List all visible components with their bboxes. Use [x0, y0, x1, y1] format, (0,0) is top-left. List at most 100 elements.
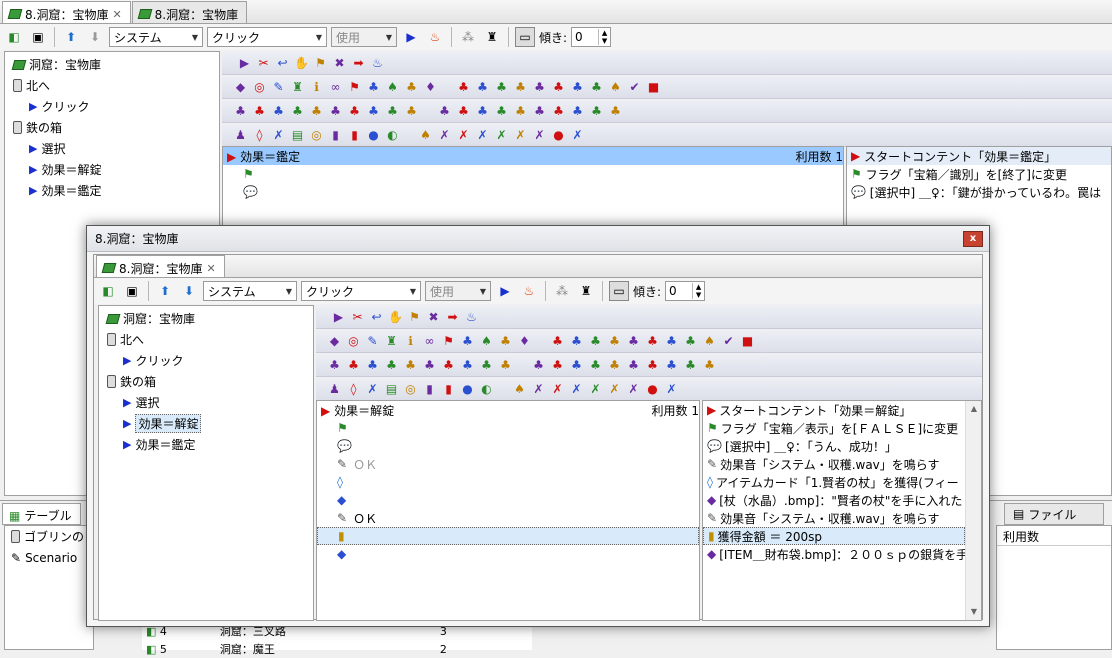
palette-tool-icon[interactable]: ♣ — [459, 356, 476, 373]
down-arrow-icon[interactable]: ⬇ — [85, 27, 105, 47]
palette-tool-icon[interactable]: ▮ — [327, 126, 344, 143]
palette-tool-icon[interactable]: ♜ — [289, 78, 306, 95]
fire-icon[interactable]: ♨ — [519, 281, 539, 301]
palette-tool-icon[interactable]: ♣ — [403, 102, 420, 119]
tree-item[interactable]: ▶ クリック — [9, 96, 215, 117]
palette-tool-icon[interactable]: ♣ — [512, 102, 529, 119]
palette-tool-icon[interactable]: ✋ — [387, 308, 404, 325]
palette-tool-icon[interactable]: ♣ — [512, 78, 529, 95]
back-tab-2[interactable]: 8.洞窟：宝物庫 — [131, 1, 248, 23]
tree-item[interactable]: 北へ — [103, 329, 309, 350]
palette-tool-icon[interactable]: ● — [459, 380, 476, 397]
palette-tool-icon[interactable]: ▶ — [330, 308, 347, 325]
palette-tool-icon[interactable]: ♣ — [625, 332, 642, 349]
palette-tool-icon[interactable]: ◎ — [251, 78, 268, 95]
network-icon[interactable]: ⁂ — [458, 27, 478, 47]
content-item[interactable]: ✎ 効果音「システム・収穫.wav」を鳴らす — [703, 509, 965, 527]
display-toggle-icon[interactable]: ▭ — [609, 281, 629, 301]
palette-tool-icon[interactable]: ♣ — [531, 102, 548, 119]
content-item[interactable]: ◆ [ITEM＿財布袋.bmp]：２００ｓｐの銀貨を手 — [703, 545, 968, 563]
content-item[interactable]: ◊ アイテムカード「1.賢者の杖」を獲得(フィー — [703, 473, 965, 491]
palette-tool-icon[interactable]: ♦ — [516, 332, 533, 349]
palette-tool-icon[interactable]: ▮ — [346, 126, 363, 143]
palette-tool-icon[interactable]: ℹ — [308, 78, 325, 95]
event-node[interactable]: 💬 — [317, 437, 699, 455]
palette-tool-icon[interactable]: ✗ — [549, 380, 566, 397]
tree-item[interactable]: ▶ 選択 — [103, 392, 309, 413]
palette-tool-icon[interactable]: ♣ — [607, 102, 624, 119]
window-titlebar[interactable]: 8.洞窟：宝物庫 x — [87, 226, 989, 252]
palette-tool-icon[interactable]: ✂ — [255, 54, 272, 71]
content-item[interactable]: 💬 [選択中] ＿♀：「うん、成功！」 — [703, 437, 965, 455]
list-item[interactable]: ゴブリンの — [5, 526, 93, 547]
close-button[interactable]: x — [963, 230, 983, 247]
palette-tool-icon[interactable]: ✗ — [569, 126, 586, 143]
tilt-spinner[interactable]: 0 ▲ ▼ — [571, 27, 612, 47]
box-icon[interactable]: ▣ — [28, 27, 48, 47]
palette-tool-icon[interactable]: ♣ — [606, 332, 623, 349]
back-tab-1[interactable]: 8.洞窟：宝物庫 ✕ — [2, 1, 131, 23]
area-icon[interactable]: ◧ — [4, 27, 24, 47]
area-icon[interactable]: ◧ — [98, 281, 118, 301]
dialog-tab[interactable]: 8.洞窟：宝物庫 ✕ — [96, 255, 225, 277]
palette-tool-icon[interactable]: ● — [644, 380, 661, 397]
tree-item[interactable]: ▶ クリック — [103, 350, 309, 371]
play-icon[interactable]: ▶ — [495, 281, 515, 301]
palette-tool-icon[interactable]: ♣ — [587, 332, 604, 349]
palette-tool-icon[interactable]: ♣ — [455, 102, 472, 119]
palette-tool-icon[interactable]: ♣ — [327, 102, 344, 119]
content-item[interactable]: ⚑ フラグ「宝箱／識別」を[終了]に変更 — [847, 165, 1111, 183]
palette-tool-icon[interactable]: ♣ — [421, 356, 438, 373]
palette-tool-icon[interactable]: ∞ — [327, 78, 344, 95]
palette-tool-icon[interactable]: ▤ — [289, 126, 306, 143]
palette-tool-icon[interactable]: ✗ — [455, 126, 472, 143]
palette-tool-icon[interactable]: ♣ — [549, 356, 566, 373]
palette-tool-icon[interactable]: ♣ — [459, 332, 476, 349]
palette-tool-icon[interactable]: ♨ — [369, 54, 386, 71]
palette-tool-icon[interactable]: ▮ — [421, 380, 438, 397]
tree-item[interactable]: 鉄の箱 — [103, 371, 309, 392]
palette-tool-icon[interactable]: ♣ — [701, 356, 718, 373]
tree-item[interactable]: 鉄の箱 — [9, 117, 215, 138]
scroll-up-icon[interactable]: ▲ — [966, 401, 981, 417]
network-icon[interactable]: ⁂ — [552, 281, 572, 301]
palette-tool-icon[interactable]: ♣ — [644, 332, 661, 349]
tree-item[interactable]: ▶ 効果＝解錠 — [9, 159, 215, 180]
table-tab[interactable]: ▦ テーブル — [2, 503, 81, 525]
palette-tool-icon[interactable]: ✋ — [293, 54, 310, 71]
palette-tool-icon[interactable]: ♣ — [625, 356, 642, 373]
palette-tool-icon[interactable]: ♣ — [663, 356, 680, 373]
palette-tool-icon[interactable]: ♣ — [364, 356, 381, 373]
palette-tool-icon[interactable]: ✖ — [331, 54, 348, 71]
palette-tool-icon[interactable]: ♣ — [550, 78, 567, 95]
palette-tool-icon[interactable]: ♣ — [644, 356, 661, 373]
palette-tool-icon[interactable]: ✗ — [568, 380, 585, 397]
event-node[interactable]: ⚑ — [317, 419, 699, 437]
palette-tool-icon[interactable]: ♣ — [550, 102, 567, 119]
palette-tool-icon[interactable]: ◐ — [478, 380, 495, 397]
palette-tool-icon[interactable]: ♣ — [403, 78, 420, 95]
fire-icon[interactable]: ♨ — [425, 27, 445, 47]
palette-tool-icon[interactable]: ♣ — [440, 356, 457, 373]
palette-tool-icon[interactable]: ● — [365, 126, 382, 143]
palette-tool-icon[interactable]: ♠ — [478, 332, 495, 349]
tree-item[interactable]: 北へ — [9, 75, 215, 96]
spinner-arrows-icon[interactable]: ▲ ▼ — [598, 29, 610, 45]
event-node[interactable]: ◊ — [317, 473, 699, 491]
content-item[interactable]: ⚑ フラグ「宝箱／表示」を[ＦＡＬＳＥ]に変更 — [703, 419, 965, 437]
tree-item[interactable]: ▶ 選択 — [9, 138, 215, 159]
close-icon[interactable]: ✕ — [112, 8, 121, 21]
palette-tool-icon[interactable]: ♣ — [365, 78, 382, 95]
scroll-down-icon[interactable]: ▼ — [966, 604, 981, 620]
table-row[interactable]: ◧ 5 洞窟：魔王 2 — [142, 640, 532, 658]
palette-tool-icon[interactable]: ◎ — [345, 332, 362, 349]
palette-tool-icon[interactable]: ♣ — [549, 332, 566, 349]
palette-tool-icon[interactable]: ✗ — [270, 126, 287, 143]
palette-tool-icon[interactable]: ♣ — [436, 102, 453, 119]
event-node[interactable]: ▮ — [317, 527, 699, 545]
tree-item[interactable]: ▶ 効果＝解錠 — [103, 413, 309, 434]
palette-tool-icon[interactable]: ♣ — [365, 102, 382, 119]
palette-tool-icon[interactable]: ♣ — [682, 332, 699, 349]
palette-tool-icon[interactable]: ♣ — [345, 356, 362, 373]
palette-tool-icon[interactable]: ♣ — [308, 102, 325, 119]
